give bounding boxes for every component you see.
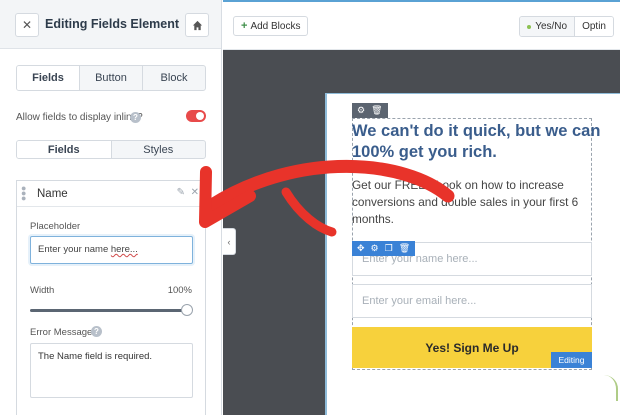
home-icon	[192, 20, 202, 30]
optin-headline[interactable]: We can't do it quick, but we can 100% ge…	[352, 121, 602, 163]
fields-toolbar: ✥ ⚙ ❐ 🗑	[352, 241, 416, 256]
field-name: Name	[37, 188, 68, 200]
help-icon[interactable]: ?	[91, 326, 102, 337]
width-slider-track[interactable]	[30, 309, 188, 312]
tab-block[interactable]: Block	[143, 66, 205, 90]
width-slider-thumb[interactable]	[181, 304, 193, 316]
subtab-styles[interactable]: Styles	[112, 141, 206, 158]
leaf-decoration	[604, 375, 618, 401]
collapse-sidebar-button[interactable]: ‹	[223, 228, 236, 255]
chevron-left-icon: ‹	[227, 236, 231, 247]
optin-label: Optin	[582, 21, 606, 32]
builder-toolbar: + Add Blocks Yes/No Optin	[223, 0, 620, 50]
inline-fields-toggle[interactable]	[186, 110, 206, 122]
email-input-preview[interactable]: Enter your email here...	[352, 284, 592, 318]
placeholder-input[interactable]: Enter your name here...	[30, 236, 193, 264]
error-message-label: Error Message	[30, 327, 93, 338]
yes-no-label: Yes/No	[535, 21, 568, 32]
move-icon[interactable]: ✥	[357, 243, 365, 254]
gear-icon[interactable]: ⚙	[357, 105, 365, 116]
headline-toolbar: ⚙ 🗑	[352, 103, 388, 118]
close-icon: ✕	[21, 18, 33, 32]
trash-icon[interactable]: 🗑	[399, 243, 410, 254]
trash-icon[interactable]: 🗑	[371, 105, 382, 116]
sidebar-header: ✕ Editing Fields Element	[0, 0, 221, 49]
placeholder-value-misspelled: here...	[110, 244, 138, 255]
tab-button[interactable]: Button	[80, 66, 143, 90]
optin-subtext[interactable]: Get our FREE ebook on how to increase co…	[352, 177, 592, 228]
home-button[interactable]	[185, 13, 209, 37]
editing-badge: Editing	[551, 352, 592, 368]
pencil-icon[interactable]: ✎	[177, 187, 185, 198]
field-card-header: ● ● ● Name ✎ ✕	[17, 181, 205, 207]
view-switcher: Yes/No Optin	[519, 16, 614, 37]
gear-icon[interactable]: ⚙	[371, 243, 379, 254]
width-value: 100%	[167, 285, 192, 296]
placeholder-value: Enter your name	[38, 244, 111, 255]
subtab-fields[interactable]: Fields	[17, 141, 112, 158]
sidebar-title: Editing Fields Element	[45, 17, 180, 31]
drag-handle-icon[interactable]: ● ● ●	[21, 184, 26, 203]
yes-no-view-button[interactable]: Yes/No	[520, 17, 575, 36]
error-message-textarea[interactable]: The Name field is required.	[30, 343, 193, 398]
field-subtabs: Fields Styles	[16, 140, 206, 159]
placeholder-label: Placeholder	[30, 221, 81, 232]
optin-view-button[interactable]: Optin	[574, 17, 613, 36]
tab-fields[interactable]: Fields	[17, 66, 80, 90]
width-label: Width	[30, 285, 55, 296]
duplicate-icon[interactable]: ❐	[385, 243, 393, 254]
remove-field-icon[interactable]: ✕	[191, 187, 199, 198]
add-blocks-button[interactable]: + Add Blocks	[233, 16, 309, 36]
status-dot-icon	[527, 24, 532, 29]
field-card-name: ● ● ● Name ✎ ✕ Placeholder Enter your name…	[16, 180, 206, 415]
inline-fields-row: Allow fields to display inline? ?	[16, 110, 206, 126]
editor-sidebar: ✕ Editing Fields Element Fields Button B…	[0, 0, 222, 415]
inline-fields-label: Allow fields to display inline?	[16, 112, 143, 123]
help-icon[interactable]: ?	[130, 112, 141, 123]
plus-icon: +	[241, 20, 248, 32]
close-button[interactable]: ✕	[15, 13, 39, 37]
element-tabs: Fields Button Block	[16, 65, 206, 91]
add-blocks-label: Add Blocks	[250, 20, 301, 32]
